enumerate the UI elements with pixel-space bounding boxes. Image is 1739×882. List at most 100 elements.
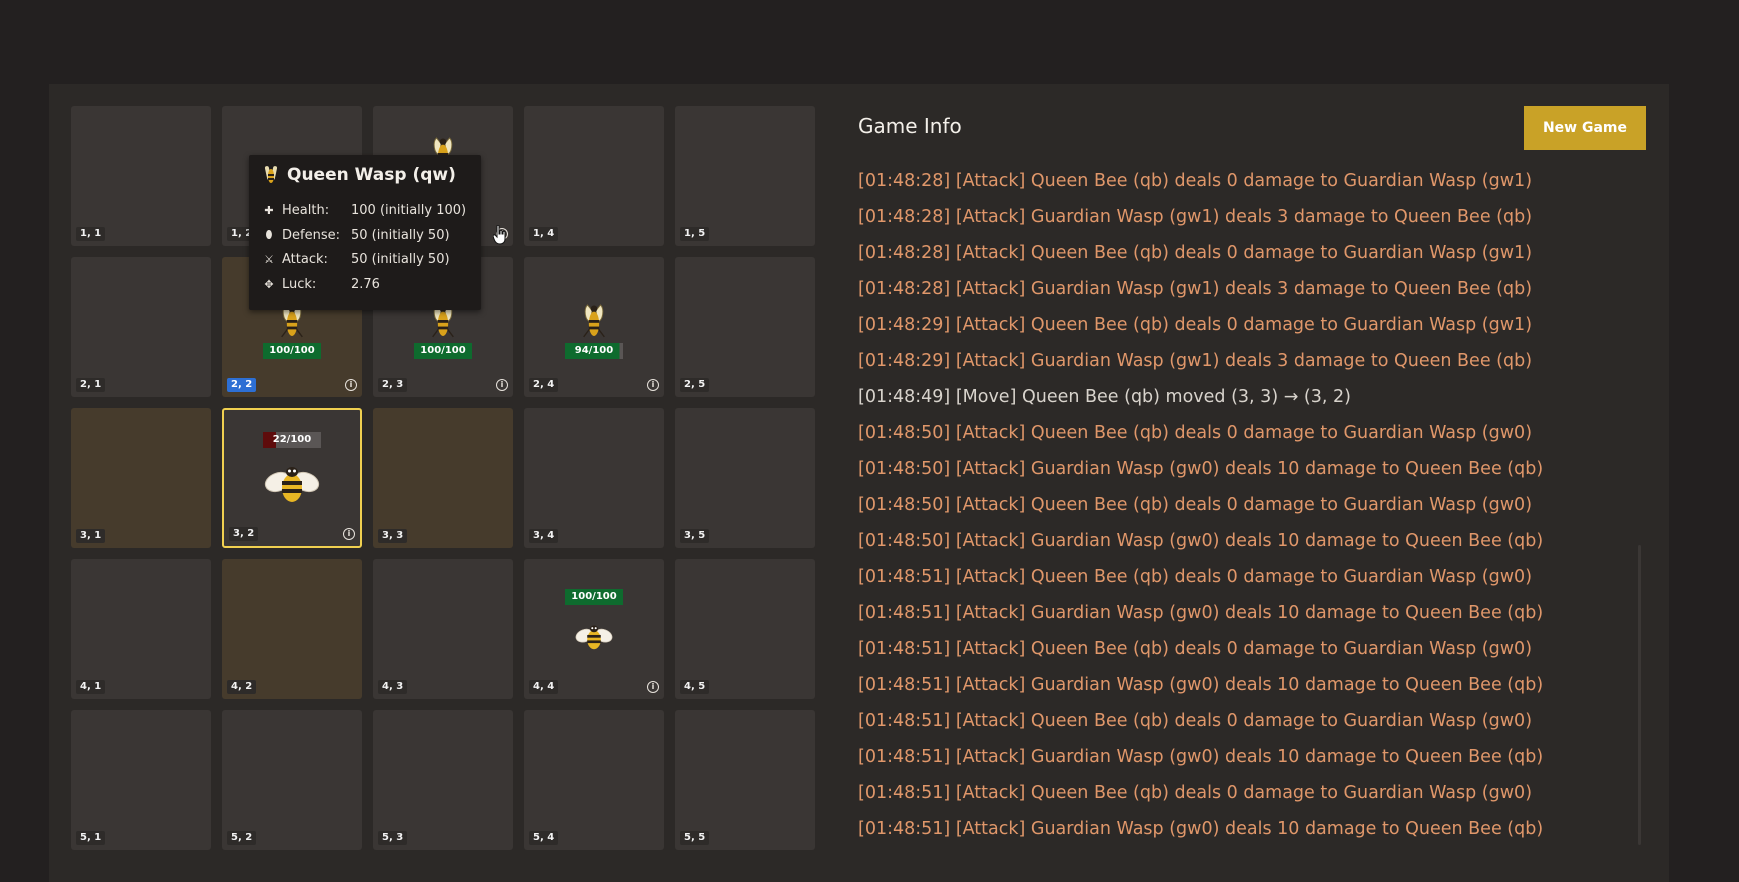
info-icon[interactable]: i <box>496 379 508 391</box>
new-game-button[interactable]: New Game <box>1524 106 1646 150</box>
log-entry: [01:48:51] [Attack] Guardian Wasp (gw0) … <box>858 747 1544 767</box>
cell-coordinate: 2, 3 <box>378 378 408 392</box>
log-entry: [01:48:51] [Attack] Guardian Wasp (gw0) … <box>858 819 1544 839</box>
tooltip-stat-value: 100 (initially 100) <box>351 203 467 218</box>
tooltip-stat-row: ✥ Luck: 2.76 <box>263 277 380 292</box>
board-cell[interactable]: 100/100 i 4, 4 <box>524 559 664 699</box>
unit-tooltip: Queen Wasp (qw) ✚ Health: 100 (initially 1… <box>249 155 481 310</box>
log-entry: [01:48:51] [Attack] Queen Bee (qb) deals… <box>858 567 1533 587</box>
log-entry: [01:48:28] [Attack] Guardian Wasp (gw1) … <box>858 279 1533 299</box>
board-cell[interactable]: 1, 1 <box>71 106 211 246</box>
log-entry: [01:48:50] [Attack] Queen Bee (qb) deals… <box>858 495 1533 515</box>
cell-coordinate: 5, 5 <box>680 831 710 845</box>
log-entry: [01:48:29] [Attack] Guardian Wasp (gw1) … <box>858 351 1533 371</box>
log-entry: [01:48:28] [Attack] Guardian Wasp (gw1) … <box>858 207 1533 227</box>
health-bar: 22/100 <box>263 432 321 448</box>
tooltip-stat-label: Health: <box>282 203 330 218</box>
cell-coordinate: 2, 2 <box>227 378 257 392</box>
cell-coordinate: 2, 1 <box>76 378 106 392</box>
tooltip-stat-label: Attack: <box>282 252 328 267</box>
log-entry: [01:48:50] [Attack] Guardian Wasp (gw0) … <box>858 531 1544 551</box>
log-entry: [01:48:51] [Attack] Queen Bee (qb) deals… <box>858 639 1533 659</box>
log-entry: [01:48:49] [Move] Queen Bee (qb) moved (… <box>858 387 1351 407</box>
health-bar: 100/100 <box>263 343 321 359</box>
board-cell[interactable]: 94/100 i 2, 4 <box>524 257 664 397</box>
tooltip-stat-label: Defense: <box>282 227 340 243</box>
tooltip-stat-row: ⬮ Defense: 50 (initially 50) <box>263 228 450 243</box>
tooltip-stat-label: Luck: <box>282 276 317 292</box>
cell-coordinate: 4, 3 <box>378 680 408 694</box>
cell-coordinate: 5, 1 <box>76 831 106 845</box>
cell-coordinate: 1, 5 <box>680 227 710 241</box>
log-entry: [01:48:51] [Attack] Queen Bee (qb) deals… <box>858 783 1533 803</box>
cell-coordinate: 4, 5 <box>680 680 710 694</box>
info-icon[interactable]: i <box>343 528 355 540</box>
tooltip-stat-row: ✚ Health: 100 (initially 100) <box>263 203 466 218</box>
wasp-icon <box>264 166 278 183</box>
shield-icon: ⬮ <box>265 228 273 241</box>
board-cell[interactable]: 2, 1 <box>71 257 211 397</box>
board-cell[interactable]: 1, 4 <box>524 106 664 246</box>
cell-coordinate: 1, 1 <box>76 227 106 241</box>
panel-title: Game Info <box>858 114 962 138</box>
cell-coordinate: 5, 3 <box>378 831 408 845</box>
board-cell[interactable]: 3, 4 <box>524 408 664 548</box>
log-entry: [01:48:29] [Attack] Queen Bee (qb) deals… <box>858 315 1533 335</box>
board-cell[interactable]: 5, 3 <box>373 710 513 850</box>
cell-coordinate: 2, 4 <box>529 378 559 392</box>
tooltip-stat-value: 2.76 <box>351 276 380 292</box>
cell-coordinate: 3, 1 <box>76 529 106 543</box>
queen-bee-unit-icon[interactable] <box>264 464 320 504</box>
tooltip-stat-value: 50 (initially 50) <box>351 227 450 243</box>
wasp-unit-icon[interactable] <box>579 301 609 339</box>
cell-coordinate: 2, 5 <box>680 378 710 392</box>
log-entry: [01:48:51] [Attack] Guardian Wasp (gw0) … <box>858 603 1544 623</box>
log-scrollbar[interactable] <box>1638 545 1641 845</box>
log-entry: [01:48:51] [Attack] Guardian Wasp (gw0) … <box>858 675 1544 695</box>
board-cell[interactable]: 4, 1 <box>71 559 211 699</box>
board-cell[interactable]: 5, 2 <box>222 710 362 850</box>
bee-unit-icon[interactable] <box>575 623 613 651</box>
plus-icon: ✚ <box>264 204 274 217</box>
cell-coordinate: 3, 4 <box>529 529 559 543</box>
tooltip-header: Queen Wasp (qw) <box>263 165 456 185</box>
board-cell[interactable]: 2, 5 <box>675 257 815 397</box>
game-log[interactable]: [01:48:28] [Attack] Queen Bee (qb) deals… <box>858 166 1578 850</box>
info-icon[interactable]: i <box>647 681 659 693</box>
cell-coordinate: 3, 3 <box>378 529 408 543</box>
cell-coordinate: 4, 2 <box>227 680 257 694</box>
cell-coordinate: 5, 2 <box>227 831 257 845</box>
hand-cursor-icon <box>493 225 506 245</box>
cell-coordinate: 4, 4 <box>529 680 559 694</box>
health-bar: 100/100 <box>565 589 623 605</box>
tooltip-stat-value: 50 (initially 50) <box>351 252 450 267</box>
info-icon[interactable]: i <box>647 379 659 391</box>
board-cell[interactable]: 3, 3 <box>373 408 513 548</box>
health-bar: 94/100 <box>565 343 623 359</box>
board-cell[interactable]: 5, 1 <box>71 710 211 850</box>
board-cell[interactable]: 3, 1 <box>71 408 211 548</box>
tooltip-title: Queen Wasp (qw) <box>287 165 456 185</box>
log-entry: [01:48:50] [Attack] Guardian Wasp (gw0) … <box>858 459 1544 479</box>
log-entry: [01:48:28] [Attack] Queen Bee (qb) deals… <box>858 171 1533 191</box>
board-cell[interactable]: 4, 2 <box>222 559 362 699</box>
cell-coordinate: 3, 2 <box>229 527 259 541</box>
board-cell[interactable]: 4, 5 <box>675 559 815 699</box>
cell-coordinate: 3, 5 <box>680 529 710 543</box>
cell-coordinate: 1, 4 <box>529 227 559 241</box>
board-cell[interactable]: 3, 5 <box>675 408 815 548</box>
tooltip-stat-row: ⚔ Attack: 50 (initially 50) <box>263 252 450 267</box>
health-bar: 100/100 <box>414 343 472 359</box>
cell-coordinate: 5, 4 <box>529 831 559 845</box>
info-icon[interactable]: i <box>345 379 357 391</box>
board-cell[interactable]: 22/100 i 3, 2 <box>222 408 362 548</box>
board-cell[interactable]: 1, 5 <box>675 106 815 246</box>
log-entry: [01:48:28] [Attack] Queen Bee (qb) deals… <box>858 243 1533 263</box>
board-cell[interactable]: 5, 5 <box>675 710 815 850</box>
move-arrows-icon: ✥ <box>264 277 274 291</box>
board-cell[interactable]: 5, 4 <box>524 710 664 850</box>
sword-icon: ⚔ <box>264 253 274 266</box>
board-cell[interactable]: 4, 3 <box>373 559 513 699</box>
log-entry: [01:48:50] [Attack] Queen Bee (qb) deals… <box>858 423 1533 443</box>
log-entry: [01:48:51] [Attack] Queen Bee (qb) deals… <box>858 711 1533 731</box>
